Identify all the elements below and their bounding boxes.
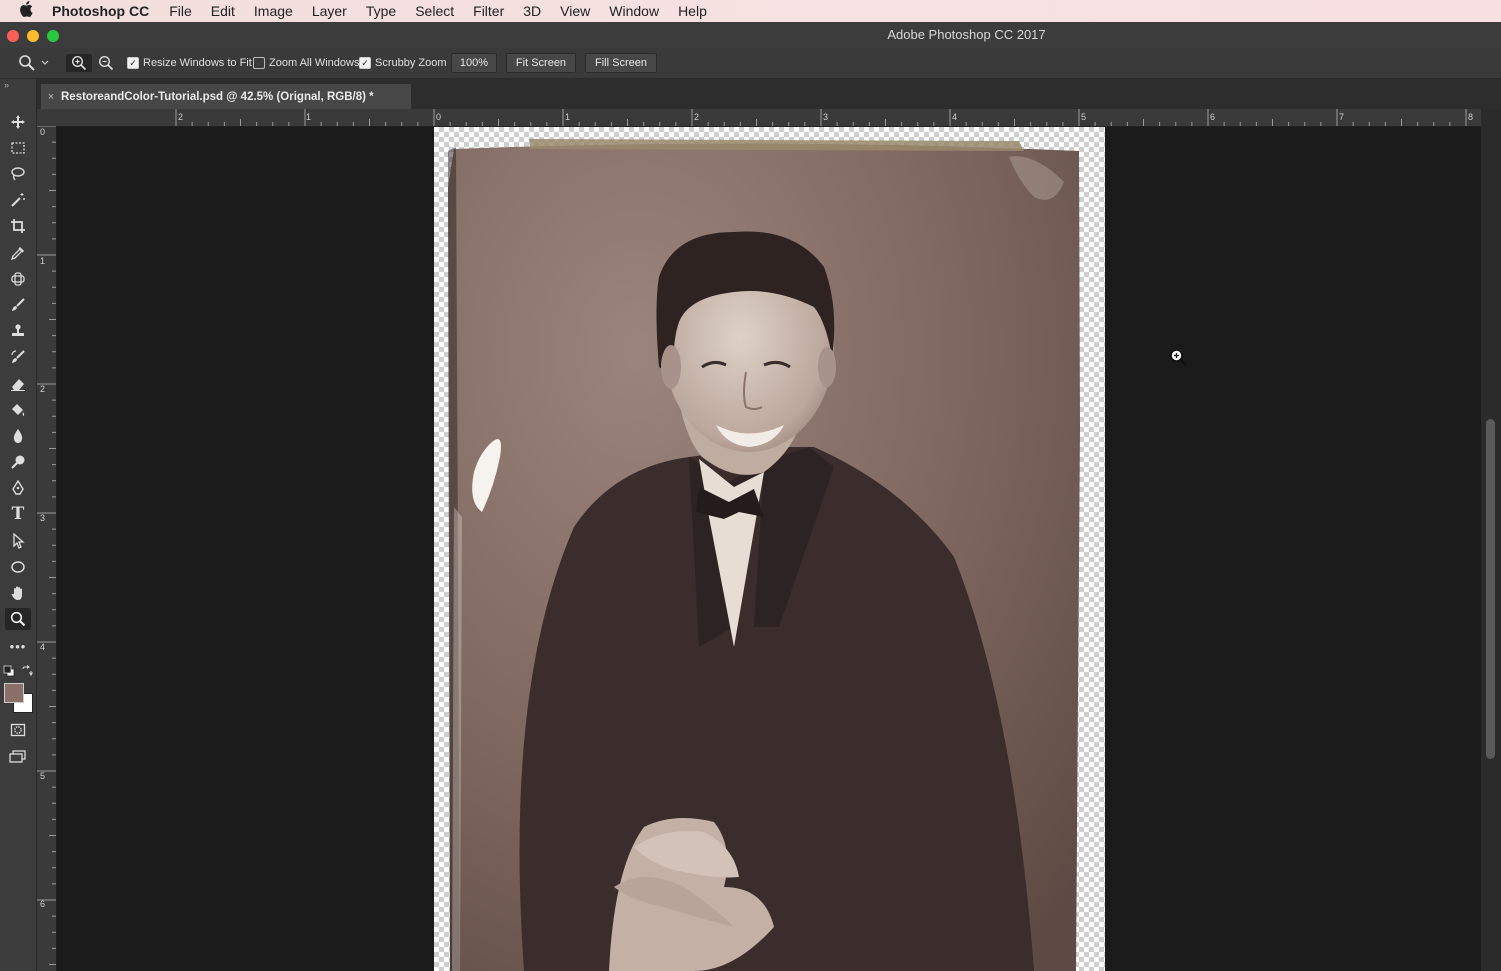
more-icon[interactable]: ••• [5,635,31,657]
scrubby-zoom-checkbox[interactable]: ✓ [359,57,371,69]
chevron-down-icon [41,60,49,65]
apple-icon[interactable] [0,1,52,21]
menu-type[interactable]: Type [366,3,396,19]
scrubby-zoom-label: Scrubby Zoom [375,57,447,69]
vertical-ruler[interactable]: 0 1 2 3 4 5 6 [37,126,57,971]
zoom-all-label: Zoom All Windows [269,57,360,69]
document-canvas[interactable] [57,127,1481,971]
ruler-label: 6 [40,899,46,909]
ruler-label: 0 [436,112,442,122]
document-tab[interactable]: × RestoreandColor-Tutorial.psd @ 42.5% (… [41,84,411,109]
ruler-label: 6 [1210,112,1216,122]
zoom-cursor-icon [1169,348,1189,368]
panel-collapse-icon[interactable]: » [4,80,9,90]
paint-bucket-icon[interactable] [5,399,31,421]
swap-colors-icon[interactable] [21,664,33,676]
window-title-bar: Adobe Photoshop CC 2017 [0,22,1501,48]
ruler-label: 2 [178,112,184,122]
zoom-all-checkbox[interactable] [253,57,265,69]
ruler-label: 2 [694,112,700,122]
pen-icon[interactable] [5,477,31,499]
screen-mode-icon[interactable] [5,746,31,768]
ruler-label: 5 [40,771,46,781]
ruler-label: 5 [1081,112,1087,122]
ruler-label: 4 [40,642,46,652]
foreground-color-swatch[interactable] [4,683,24,703]
menu-select[interactable]: Select [415,3,454,19]
menu-edit[interactable]: Edit [211,3,235,19]
ruler-corner [37,109,57,126]
zoom-out-mode-button[interactable] [98,54,114,72]
vintage-portrait-photo[interactable] [434,127,1105,971]
fill-screen-button[interactable]: Fill Screen [585,53,657,73]
menu-file[interactable]: File [169,3,192,19]
options-bar: ✓ Resize Windows to Fit Zoom All Windows… [0,48,1501,79]
quick-mask-icon[interactable] [5,719,31,741]
tools-panel: » T ••• [0,79,37,971]
brush-icon[interactable] [5,294,31,316]
default-colors-icon[interactable] [3,664,15,677]
ruler-label: 7 [1339,112,1345,122]
close-tab-icon[interactable]: × [41,91,61,103]
scrollbar-thumb[interactable] [1486,419,1495,759]
ellipse-icon[interactable] [5,556,31,578]
vertical-ruler-ticks [37,126,56,965]
lasso-icon[interactable] [5,163,31,185]
zoom-in-mode-button[interactable] [66,54,92,72]
crop-icon[interactable] [5,215,31,237]
blur-icon[interactable] [5,425,31,447]
menu-bar: Photoshop CC File Edit Image Layer Type … [0,0,1501,22]
menu-help[interactable]: Help [678,3,707,19]
horizontal-ruler-ticks [175,109,1467,126]
window-title: Adobe Photoshop CC 2017 [887,27,1046,42]
ruler-label: 1 [306,112,312,122]
app-name[interactable]: Photoshop CC [52,3,149,19]
ruler-label: 2 [40,384,46,394]
zoom-100-button[interactable]: 100% [451,53,497,73]
marquee-icon[interactable] [5,137,31,159]
menu-view[interactable]: View [560,3,590,19]
resize-windows-checkbox[interactable]: ✓ [127,57,139,69]
magic-wand-icon[interactable] [5,189,31,211]
healing-icon[interactable] [5,268,31,290]
eraser-icon[interactable] [5,373,31,395]
stamp-icon[interactable] [5,320,31,342]
dodge-icon[interactable] [5,451,31,473]
vertical-scrollbar[interactable] [1481,109,1501,971]
move-icon[interactable] [5,111,31,133]
ruler-label: 0 [40,127,46,137]
hand-icon[interactable] [5,582,31,604]
zoom-icon [19,55,35,71]
menu-3d[interactable]: 3D [523,3,541,19]
menu-filter[interactable]: Filter [473,3,504,19]
document-tab-title: RestoreandColor-Tutorial.psd @ 42.5% (Or… [61,90,374,103]
ruler-label: 1 [40,256,46,266]
ruler-label: 4 [952,112,958,122]
document-transparency-area[interactable] [434,127,1105,971]
type-icon[interactable]: T [5,503,31,525]
zoom-all-option[interactable]: Zoom All Windows [253,54,359,72]
horizontal-ruler[interactable]: 2 1 0 1 2 3 4 5 6 7 8 [57,109,1481,127]
zoom-out-icon [98,55,114,71]
document-tab-bar: × RestoreandColor-Tutorial.psd @ 42.5% (… [37,79,1501,109]
menu-layer[interactable]: Layer [312,3,347,19]
ruler-label: 3 [823,112,829,122]
zoom-tool-icon[interactable] [5,608,31,630]
ruler-label: 3 [40,513,46,523]
ruler-label: 8 [1468,112,1474,122]
resize-windows-label: Resize Windows to Fit [143,57,252,69]
zoom-in-icon [71,55,87,71]
ruler-label: 1 [565,112,571,122]
zoom-tool-preset-picker[interactable] [18,54,50,72]
fit-screen-button[interactable]: Fit Screen [506,53,576,73]
eyedropper-icon[interactable] [5,242,31,264]
resize-windows-option[interactable]: ✓ Resize Windows to Fit [127,54,252,72]
history-brush-icon[interactable] [5,346,31,368]
scrubby-zoom-option[interactable]: ✓ Scrubby Zoom [359,54,447,72]
menu-image[interactable]: Image [254,3,293,19]
menu-window[interactable]: Window [609,3,659,19]
path-select-icon[interactable] [5,530,31,552]
